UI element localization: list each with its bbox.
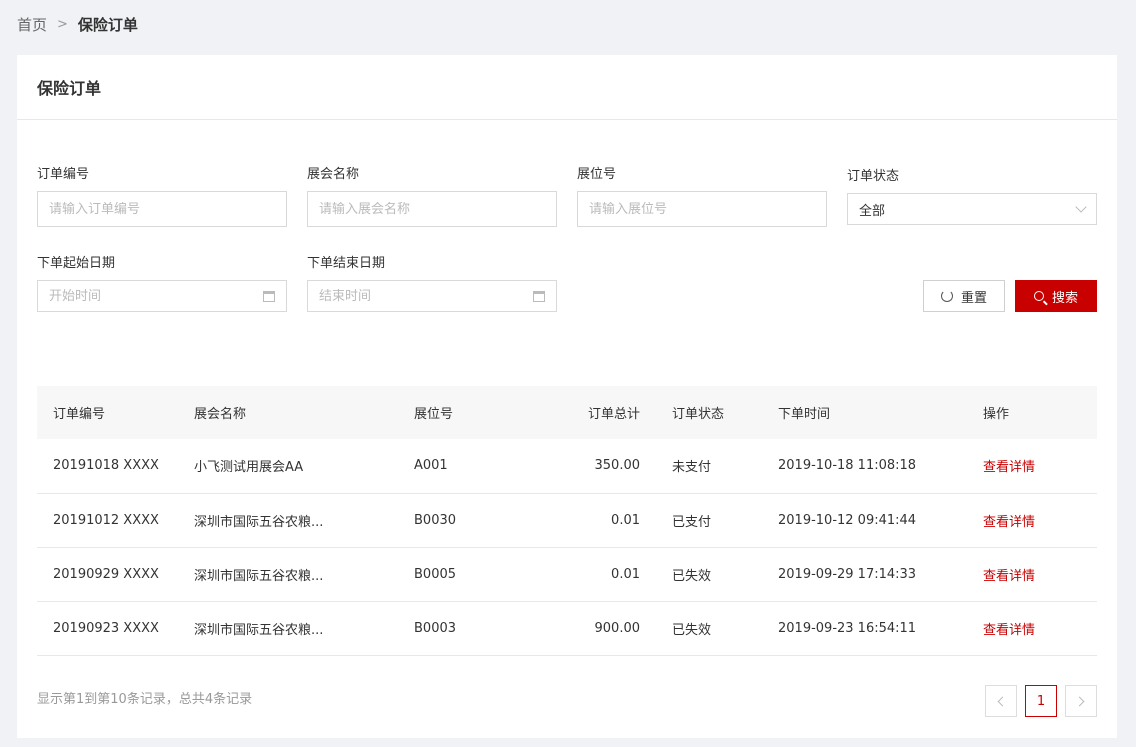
- orders-table: 订单编号 展会名称 展位号 订单总计 订单状态 下单时间 操作 20191018…: [37, 386, 1097, 656]
- order-time: 2019-10-18 11:08:18: [778, 439, 983, 494]
- column-header: 操作: [983, 386, 1097, 439]
- start-date-input[interactable]: [49, 288, 263, 304]
- card-header: 保险订单: [17, 55, 1117, 120]
- start-date-picker[interactable]: [37, 280, 287, 312]
- breadcrumb-separator: >: [57, 16, 68, 32]
- breadcrumb: 首页 > 保险订单: [17, 14, 138, 34]
- end-date-label: 下单结束日期: [307, 256, 386, 271]
- order-status: 已支付: [672, 493, 778, 548]
- refresh-icon: [940, 290, 953, 302]
- order-status-value: 全部: [859, 203, 886, 219]
- order-time: 2019-09-29 17:14:33: [778, 547, 983, 602]
- order-total: 900.00: [536, 601, 672, 656]
- view-details-link[interactable]: 查看详情: [983, 460, 1035, 475]
- order-time: 2019-10-12 09:41:44: [778, 493, 983, 548]
- booth-no-field[interactable]: [577, 191, 827, 227]
- column-header: 订单编号: [37, 386, 194, 439]
- booth-no-label: 展位号: [577, 167, 617, 182]
- calendar-icon: [263, 290, 275, 302]
- reset-label: 重置: [960, 290, 987, 306]
- expo-name: 深圳市国际五谷农粮...: [194, 493, 414, 548]
- records-summary: 显示第1到第10条记录，总共4条记录: [37, 692, 253, 707]
- expo-name-label: 展会名称: [307, 167, 360, 182]
- booth-no: B0003: [414, 601, 536, 656]
- expo-name: 小飞测试用展会AA: [194, 439, 414, 494]
- order-status-select[interactable]: 全部: [847, 193, 1097, 225]
- order-status: 已失效: [672, 547, 778, 602]
- booth-no-input[interactable]: [589, 201, 815, 217]
- search-icon: [1033, 291, 1044, 301]
- order-id: 20191012 XXXX: [37, 493, 194, 548]
- expo-name-input[interactable]: [319, 201, 545, 217]
- expo-name-field[interactable]: [307, 191, 557, 227]
- order-id: 20190929 XXXX: [37, 547, 194, 602]
- order-total: 0.01: [536, 493, 672, 548]
- calendar-icon: [533, 290, 545, 302]
- page-1-button[interactable]: 1: [1025, 685, 1057, 717]
- end-date-picker[interactable]: [307, 280, 557, 312]
- chevron-left-icon: [997, 696, 1008, 706]
- next-page-button[interactable]: [1065, 685, 1097, 717]
- table-row: 20191012 XXXX 深圳市国际五谷农粮... B0030 0.01 已支…: [37, 493, 1097, 548]
- booth-no: A001: [414, 439, 536, 494]
- order-no-label: 订单编号: [37, 167, 90, 182]
- column-header: 订单状态: [672, 386, 778, 439]
- column-header: 订单总计: [536, 386, 672, 439]
- search-label: 搜索: [1051, 290, 1078, 306]
- chevron-right-icon: [1074, 696, 1085, 706]
- expo-name: 深圳市国际五谷农粮...: [194, 601, 414, 656]
- search-button[interactable]: 搜索: [1015, 280, 1097, 312]
- order-status: 已失效: [672, 601, 778, 656]
- table-row: 20190923 XXXX 深圳市国际五谷农粮... B0003 900.00 …: [37, 601, 1097, 656]
- chevron-down-icon: [1075, 201, 1087, 213]
- column-header: 下单时间: [778, 386, 983, 439]
- order-no-input[interactable]: [49, 201, 275, 217]
- start-date-label: 下单起始日期: [37, 256, 116, 271]
- view-details-link[interactable]: 查看详情: [983, 569, 1035, 584]
- order-total: 0.01: [536, 547, 672, 602]
- order-id: 20191018 XXXX: [37, 439, 194, 494]
- order-total: 350.00: [536, 439, 672, 494]
- page-title: 保险订单: [37, 79, 102, 98]
- table-row: 20191018 XXXX 小飞测试用展会AA A001 350.00 未支付 …: [37, 439, 1097, 494]
- view-details-link[interactable]: 查看详情: [983, 623, 1035, 638]
- order-status-label: 订单状态: [847, 169, 900, 184]
- booth-no: B0030: [414, 493, 536, 548]
- booth-no: B0005: [414, 547, 536, 602]
- table-header-row: 订单编号 展会名称 展位号 订单总计 订单状态 下单时间 操作: [37, 386, 1097, 439]
- breadcrumb-current: 保险订单: [77, 15, 138, 34]
- orders-card: 保险订单 订单编号 展会名称 展位号 订单状态 全部 下单起始日期 下单结束日期…: [17, 55, 1117, 738]
- breadcrumb-home[interactable]: 首页: [17, 14, 47, 35]
- table-row: 20190929 XXXX 深圳市国际五谷农粮... B0005 0.01 已失…: [37, 547, 1097, 602]
- order-time: 2019-09-23 16:54:11: [778, 601, 983, 656]
- order-no-field[interactable]: [37, 191, 287, 227]
- expo-name: 深圳市国际五谷农粮...: [194, 547, 414, 602]
- reset-button[interactable]: 重置: [923, 280, 1005, 312]
- end-date-input[interactable]: [319, 288, 533, 304]
- column-header: 展会名称: [194, 386, 414, 439]
- view-details-link[interactable]: 查看详情: [983, 515, 1035, 530]
- order-id: 20190923 XXXX: [37, 601, 194, 656]
- column-header: 展位号: [414, 386, 536, 439]
- prev-page-button[interactable]: [985, 685, 1017, 717]
- order-status: 未支付: [672, 439, 778, 494]
